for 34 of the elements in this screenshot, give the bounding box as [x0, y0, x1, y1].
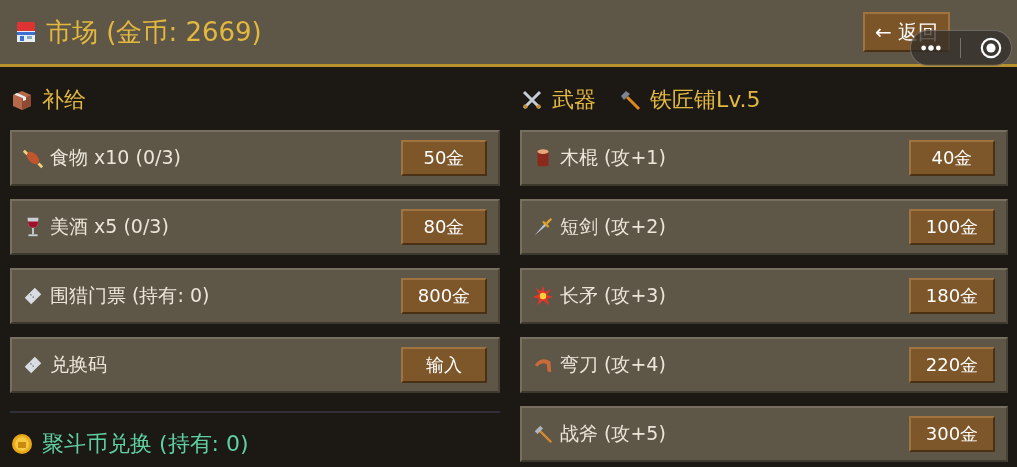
- page-title: 市场 (金币: 2669): [46, 15, 262, 49]
- more-icon[interactable]: [920, 44, 943, 52]
- ticket-icon: [22, 354, 44, 376]
- price-button[interactable]: 80金: [401, 209, 487, 245]
- item-name: 兑换码: [50, 352, 108, 377]
- price-button[interactable]: 输入: [401, 347, 487, 383]
- ticket-icon: [22, 285, 44, 307]
- dagger-icon: [532, 216, 554, 238]
- item-name: 食物 x10 (0/3): [50, 145, 182, 170]
- box-icon: [10, 88, 34, 112]
- store-icon: [14, 20, 38, 44]
- smithy-level: 铁匠铺Lv.5: [650, 86, 761, 114]
- item-name: 长矛 (攻+3): [560, 283, 667, 308]
- price-button[interactable]: 220金: [909, 347, 995, 383]
- item-name: 战斧 (攻+5): [560, 421, 667, 446]
- hammer-icon: [618, 88, 642, 112]
- coin-icon: [10, 432, 34, 456]
- section-title: 武器: [552, 86, 596, 114]
- item-name: 围猎门票 (持有: 0): [50, 283, 211, 308]
- item-name: 美酒 x5 (0/3): [50, 214, 170, 239]
- price-button[interactable]: 180金: [909, 278, 995, 314]
- crossed-swords-icon: [520, 88, 544, 112]
- section-title: 补给: [42, 86, 86, 114]
- section-title: 聚斗币兑换 (持有: 0): [42, 430, 249, 458]
- price-button[interactable]: 50金: [401, 140, 487, 176]
- item-name: 弯刀 (攻+4): [560, 352, 667, 377]
- meat-icon: [22, 147, 44, 169]
- price-button[interactable]: 300金: [909, 416, 995, 452]
- price-button[interactable]: 40金: [909, 140, 995, 176]
- item-name: 短剑 (攻+2): [560, 214, 667, 239]
- price-button[interactable]: 100金: [909, 209, 995, 245]
- explosion-icon: [532, 285, 554, 307]
- price-button[interactable]: 800金: [401, 278, 487, 314]
- item-name: 木棍 (攻+1): [560, 145, 667, 170]
